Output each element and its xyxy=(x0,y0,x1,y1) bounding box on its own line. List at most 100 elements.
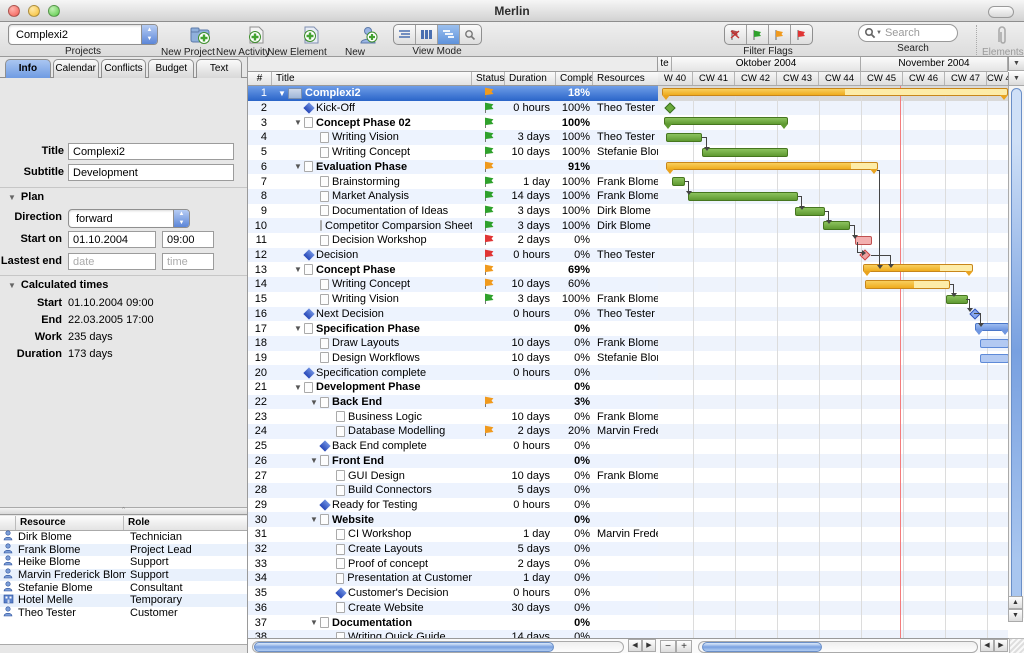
task-row[interactable]: 33Proof of concept2 days0% xyxy=(248,556,658,571)
task-row[interactable]: 23Business Logic10 days0%Frank Blome xyxy=(248,409,658,424)
toolbar-toggle-button[interactable] xyxy=(988,6,1014,18)
disclosure-triangle-icon[interactable]: ▼ xyxy=(278,89,288,98)
resource-row[interactable]: Theo TesterCustomer xyxy=(0,607,247,620)
column-header-complete[interactable]: Complet xyxy=(556,72,593,85)
task-row[interactable]: 6▼Evaluation Phase91% xyxy=(248,160,658,175)
task-row[interactable]: 9Documentation of Ideas3 days100%Dirk Bl… xyxy=(248,204,658,219)
task-row[interactable]: 20Specification complete0 hours0% xyxy=(248,365,658,380)
disclosure-triangle-icon[interactable]: ▼ xyxy=(310,515,320,524)
view-outline-button[interactable] xyxy=(394,25,416,44)
tab-calendar[interactable]: Calendar xyxy=(53,59,99,78)
disclosure-triangle-icon[interactable]: ▼ xyxy=(310,456,320,465)
task-row[interactable]: 2Kick-Off0 hours100%Theo Tester xyxy=(248,101,658,116)
task-row[interactable]: 17▼Specification Phase0% xyxy=(248,321,658,336)
pane-splitter[interactable]: ⌃ xyxy=(0,507,247,515)
lastest-end-date-field[interactable]: date xyxy=(68,253,156,270)
scroll-up-button[interactable]: ▲ xyxy=(1008,596,1023,609)
window-resize-grip[interactable] xyxy=(1009,638,1024,653)
filter-flag-none-button[interactable] xyxy=(725,25,747,44)
scroll-left-button[interactable]: ◀ xyxy=(628,639,642,652)
task-row[interactable]: 22▼Back End3% xyxy=(248,395,658,410)
plan-section-header[interactable]: ▼Plan xyxy=(8,191,44,203)
resource-row[interactable]: Stefanie BlomeConsultant xyxy=(0,581,247,594)
task-row[interactable]: 29Ready for Testing0 hours0% xyxy=(248,498,658,513)
scrollbar-thumb[interactable] xyxy=(254,642,554,652)
scroll-right-button[interactable]: ▶ xyxy=(642,639,656,652)
resource-row[interactable]: Heike BlomeSupport xyxy=(0,556,247,569)
disclosure-triangle-icon[interactable]: ▼ xyxy=(310,398,320,407)
task-row[interactable]: 38Writing Quick Guide14 days0% xyxy=(248,630,658,638)
task-row[interactable]: 31CI Workshop1 day0%Marvin Freder xyxy=(248,527,658,542)
disclosure-triangle-icon[interactable]: ▼ xyxy=(294,383,304,392)
timeline-scale-menu-button[interactable]: ▼ xyxy=(1008,57,1024,71)
elements-button[interactable] xyxy=(989,24,1015,46)
gantt-task-bar[interactable] xyxy=(946,295,968,304)
gantt-task-bar[interactable] xyxy=(672,177,685,186)
task-row[interactable]: 1▼Complexi218% xyxy=(248,86,658,101)
projects-popup[interactable]: Complexi2 ▲▼ xyxy=(8,24,158,45)
task-row[interactable]: 34Presentation at Customer1 day0% xyxy=(248,571,658,586)
task-row[interactable]: 27GUI Design10 days0%Frank Blome xyxy=(248,468,658,483)
task-row[interactable]: 24Database Modelling2 days20%Marvin Fred… xyxy=(248,424,658,439)
tab-budget[interactable]: Budget xyxy=(148,59,194,78)
scroll-down-button[interactable]: ▼ xyxy=(1008,609,1023,622)
gantt-task-bar[interactable] xyxy=(688,192,798,201)
gantt-scroll-right-button[interactable]: ▶ xyxy=(994,639,1008,652)
gantt-scroll-left-button[interactable]: ◀ xyxy=(980,639,994,652)
gantt-task-bar[interactable] xyxy=(865,280,950,289)
column-header-title[interactable]: Title xyxy=(272,72,472,85)
timeline-scale-menu-button2[interactable]: ▼ xyxy=(1008,72,1024,86)
resource-row[interactable]: Marvin Frederick BlomeSupport xyxy=(0,569,247,582)
zoom-out-button[interactable]: − xyxy=(660,640,676,653)
disclosure-triangle-icon[interactable]: ▼ xyxy=(294,324,304,333)
task-row[interactable]: 8Market Analysis14 days100%Frank Blome xyxy=(248,189,658,204)
tab-info[interactable]: Info xyxy=(5,59,51,78)
lastest-end-time-field[interactable]: time xyxy=(162,253,214,270)
filter-flag-orange-button[interactable] xyxy=(769,25,791,44)
start-date-field[interactable]: 01.10.2004 xyxy=(68,231,156,248)
task-row[interactable]: 28Build Connectors5 days0% xyxy=(248,483,658,498)
tab-conflicts[interactable]: Conflicts xyxy=(101,59,147,78)
zoom-in-button[interactable]: + xyxy=(676,640,692,653)
resource-row[interactable]: Dirk BlomeTechnician xyxy=(0,531,247,544)
gantt-summary-bar[interactable] xyxy=(662,88,1008,96)
disclosure-triangle-icon[interactable]: ▼ xyxy=(294,118,304,127)
gantt-hscrollbar-thumb[interactable] xyxy=(702,642,822,652)
task-row[interactable]: 15Writing Vision3 days100%Frank Blome xyxy=(248,292,658,307)
task-row[interactable]: 32Create Layouts5 days0% xyxy=(248,542,658,557)
gantt-summary-bar[interactable] xyxy=(666,162,878,170)
resource-row[interactable]: Frank BlomeProject Lead xyxy=(0,544,247,557)
tab-text[interactable]: Text xyxy=(196,59,242,78)
task-row[interactable]: 26▼Front End0% xyxy=(248,454,658,469)
new-resource-button[interactable] xyxy=(342,24,368,46)
gantt-task-bar[interactable] xyxy=(666,133,702,142)
task-row[interactable]: 21▼Development Phase0% xyxy=(248,380,658,395)
gantt-summary-bar[interactable] xyxy=(664,117,788,125)
column-header-resources[interactable]: Resources xyxy=(593,72,658,85)
calculated-times-header[interactable]: ▼Calculated times xyxy=(8,279,108,291)
task-row[interactable]: 37▼Documentation0% xyxy=(248,615,658,630)
title-field[interactable]: Complexi2 xyxy=(68,143,234,160)
view-search-button[interactable] xyxy=(460,25,481,44)
task-row[interactable]: 25Back End complete0 hours0% xyxy=(248,439,658,454)
task-row[interactable]: 11Decision Workshop2 days0% xyxy=(248,233,658,248)
new-project-button[interactable] xyxy=(175,24,201,46)
task-row[interactable]: 19Design Workflows10 days0%Stefanie Blom xyxy=(248,351,658,366)
role-column-header[interactable]: Role xyxy=(124,516,247,530)
resource-column-header[interactable]: Resource xyxy=(16,516,124,530)
task-row[interactable]: 18Draw Layouts10 days0%Frank Blome xyxy=(248,336,658,351)
task-row[interactable]: 35Customer's Decision0 hours0% xyxy=(248,586,658,601)
filter-flag-red-button[interactable] xyxy=(791,25,812,44)
gantt-task-bar[interactable] xyxy=(980,339,1008,348)
view-columns-button[interactable] xyxy=(416,25,438,44)
start-time-field[interactable]: 09:00 xyxy=(162,231,214,248)
task-row[interactable]: 4Writing Vision3 days100%Theo Tester xyxy=(248,130,658,145)
disclosure-triangle-icon[interactable]: ▼ xyxy=(310,618,320,627)
gantt-task-bar[interactable] xyxy=(980,354,1008,363)
task-row[interactable]: 36Create Website30 days0% xyxy=(248,601,658,616)
task-row[interactable]: 30▼Website0% xyxy=(248,512,658,527)
gantt-task-bar[interactable] xyxy=(702,148,788,157)
column-header-status[interactable]: Status xyxy=(472,72,505,85)
new-element-button[interactable] xyxy=(284,24,310,46)
new-activity-button[interactable] xyxy=(230,24,256,46)
